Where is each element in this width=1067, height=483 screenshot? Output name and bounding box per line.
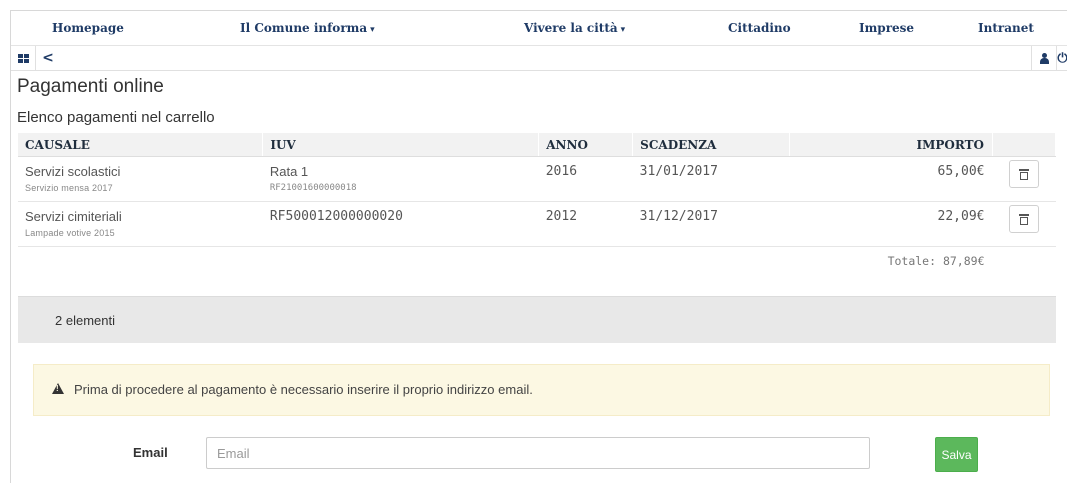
chevron-down-icon: ▾ — [370, 25, 375, 35]
cart-table: CAUSALE IUV ANNO SCADENZA IMPORTO Serviz… — [18, 133, 1056, 275]
apps-grid-button[interactable] — [11, 46, 35, 70]
nav-label: Homepage — [52, 21, 124, 35]
column-header-importo: IMPORTO — [789, 133, 993, 157]
column-header-causale: CAUSALE — [18, 133, 264, 157]
table-row: Servizi cimiteriali Lampade votive 2015 R… — [18, 201, 1056, 247]
nav-item-vivere-citta[interactable]: Vivere la città ▾ — [524, 21, 625, 35]
nav-label: Intranet — [978, 21, 1034, 35]
cell-scadenza: 31/12/2017 — [632, 201, 790, 247]
iuv-text: RF500012000000020 — [269, 209, 403, 224]
column-header-scadenza: SCADENZA — [632, 133, 791, 157]
cell-anno: 2012 — [538, 201, 633, 247]
nav-label: Cittadino — [728, 21, 791, 35]
nav-item-comune-informa[interactable]: Il Comune informa ▾ — [240, 21, 375, 35]
cell-causale: Servizi cimiteriali Lampade votive 2015 — [18, 201, 263, 247]
iuv-detail: RF21001600000018 — [269, 183, 357, 193]
power-icon: ⏻ — [1057, 50, 1067, 66]
cell-iuv: RF500012000000020 — [262, 201, 539, 247]
section-title: Elenco pagamenti nel carrello — [17, 109, 215, 126]
alert-message: Prima di procedere al pagamento è necess… — [74, 382, 533, 397]
column-header-iuv: IUV — [262, 133, 540, 157]
warning-icon — [52, 383, 64, 394]
total-row: Totale: 87,89€ — [18, 247, 1056, 276]
cell-anno: 2016 — [538, 156, 633, 202]
total-cell: Totale: 87,89€ — [18, 247, 993, 276]
back-chevron-icon: < — [42, 50, 54, 66]
email-warning-alert: Prima di procedere al pagamento è necess… — [33, 364, 1050, 416]
total-amount: Totale: 87,89€ — [887, 254, 985, 268]
nav-label: Imprese — [859, 21, 915, 35]
cell-iuv: Rata 1 RF21001600000018 — [262, 156, 539, 202]
back-button[interactable]: < — [36, 46, 60, 70]
nav-item-imprese[interactable]: Imprese — [859, 21, 914, 35]
nav-label: Vivere la città — [524, 21, 618, 35]
apps-grid-icon — [17, 53, 29, 63]
column-header-actions — [992, 133, 1056, 157]
column-header-anno: ANNO — [538, 133, 634, 157]
page-title: Pagamenti online — [17, 76, 164, 97]
cell-importo: 65,00€ — [789, 156, 993, 202]
save-button[interactable]: Salva — [935, 437, 978, 472]
total-spacer — [993, 247, 1056, 276]
causale-text: Servizi scolastici — [25, 164, 121, 179]
cell-actions — [992, 201, 1056, 247]
causale-text: Servizi cimiteriali — [25, 209, 122, 224]
table-row: Servizi scolastici Servizio mensa 2017 Ra… — [18, 156, 1056, 202]
top-navigation: Homepage Il Comune informa ▾ Vivere la ci… — [11, 11, 1067, 46]
causale-detail: Servizio mensa 2017 — [25, 183, 113, 193]
item-count: 2 elementi — [55, 313, 115, 328]
trash-icon — [1019, 213, 1029, 225]
user-icon — [1039, 52, 1049, 64]
nav-item-intranet[interactable]: Intranet — [978, 21, 1034, 35]
nav-item-cittadino[interactable]: Cittadino — [728, 21, 791, 35]
table-footer: 2 elementi — [18, 296, 1056, 343]
cell-scadenza: 31/01/2017 — [632, 156, 790, 202]
user-button[interactable] — [1032, 46, 1056, 70]
table-header-row: CAUSALE IUV ANNO SCADENZA IMPORTO — [18, 133, 1056, 157]
trash-icon — [1019, 168, 1029, 180]
delete-button[interactable] — [1009, 205, 1039, 233]
cell-actions — [992, 156, 1056, 202]
nav-item-homepage[interactable]: Homepage — [52, 21, 124, 35]
nav-label: Il Comune informa — [240, 21, 368, 35]
logout-button[interactable]: ⏻ — [1057, 46, 1067, 70]
cell-causale: Servizi scolastici Servizio mensa 2017 — [18, 156, 263, 202]
toolbar: < ⏻ — [11, 46, 1067, 71]
causale-detail: Lampade votive 2015 — [25, 228, 115, 238]
email-field[interactable] — [206, 437, 870, 469]
chevron-down-icon: ▾ — [620, 25, 626, 35]
iuv-text: Rata 1 — [269, 164, 309, 179]
email-label: Email — [133, 445, 168, 460]
cell-importo: 22,09€ — [789, 201, 993, 247]
delete-button[interactable] — [1009, 160, 1039, 188]
